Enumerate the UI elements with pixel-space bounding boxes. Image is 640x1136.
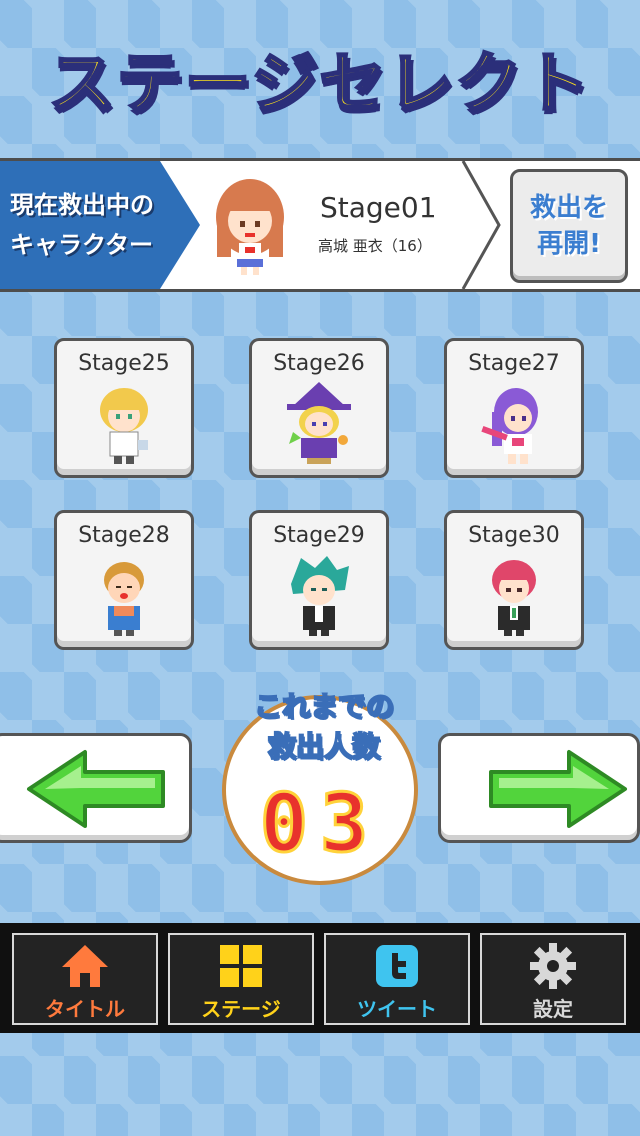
stage-label: Stage25 <box>78 351 170 376</box>
stage-30-character-icon <box>492 560 536 636</box>
stage-28-character-icon <box>104 562 144 636</box>
twitter-icon <box>376 945 418 987</box>
rescue-counter-caption: これまでの 救出人数 <box>216 687 432 767</box>
arrow-right-icon <box>489 750 627 828</box>
caption-line1: これまでの <box>253 689 395 724</box>
gear-icon <box>530 943 576 989</box>
current-label-line2: キャラクター <box>10 231 154 259</box>
current-label-line1: 現在救出中の <box>10 191 154 219</box>
resume-line1: 救出を <box>529 193 608 223</box>
rescue-counter: これまでの 救出人数 03 <box>222 689 418 885</box>
caption-line2: 救出人数 <box>267 729 381 764</box>
stage-card-27[interactable]: Stage27 <box>444 338 584 478</box>
current-character-avatar <box>216 179 284 275</box>
current-rescue-label: 現在救出中の キャラクター <box>0 161 200 289</box>
current-stage-label: Stage01 <box>320 191 437 224</box>
nav-title-button[interactable]: タイトル <box>12 933 158 1025</box>
nav-stage-label: ステージ <box>201 997 281 1021</box>
stage-label: Stage29 <box>273 523 365 548</box>
resume-rescue-button[interactable]: 救出を 再開! <box>510 169 628 283</box>
stage-27-character-icon <box>481 388 538 464</box>
stage-25-character-icon <box>100 388 148 464</box>
rescue-count-value: 03 <box>258 776 381 872</box>
stage-29-character-icon <box>291 556 349 636</box>
stage-card-26[interactable]: Stage26 <box>249 338 389 478</box>
nav-title-label: タイトル <box>45 997 125 1021</box>
resume-line2: 再開! <box>537 229 601 259</box>
nav-tweet-button[interactable]: ツイート <box>324 933 470 1025</box>
nav-settings-button[interactable]: 設定 <box>480 933 626 1025</box>
current-rescue-bar[interactable]: 現在救出中の キャラクター Stage01 高城 亜衣（16） 救出を 再開! <box>0 158 640 292</box>
stage-label: Stage30 <box>468 523 560 548</box>
stage-card-28[interactable]: Stage28 <box>54 510 194 650</box>
stage-26-character-icon <box>287 382 351 464</box>
stage-label: Stage26 <box>273 351 365 376</box>
next-page-button[interactable] <box>438 733 640 843</box>
stage-label: Stage28 <box>78 523 170 548</box>
arrow-left-icon <box>27 750 165 828</box>
home-icon <box>62 945 108 987</box>
nav-tweet-label: ツイート <box>357 997 437 1021</box>
bottom-navigation: タイトル ステージ ツイート 設定 <box>0 923 640 1033</box>
grid-icon <box>220 945 262 987</box>
stage-label: Stage27 <box>468 351 560 376</box>
stage-card-29[interactable]: Stage29 <box>249 510 389 650</box>
nav-stage-button[interactable]: ステージ <box>168 933 314 1025</box>
current-character-name: 高城 亜衣（16） <box>318 237 432 255</box>
chevron-right-icon <box>461 161 501 289</box>
title-bar: ステージセレクト <box>0 30 640 130</box>
stage-card-30[interactable]: Stage30 <box>444 510 584 650</box>
stage-card-25[interactable]: Stage25 <box>54 338 194 478</box>
page-title: ステージセレクト <box>47 44 592 124</box>
previous-page-button[interactable] <box>0 733 192 843</box>
nav-settings-label: 設定 <box>533 997 573 1021</box>
